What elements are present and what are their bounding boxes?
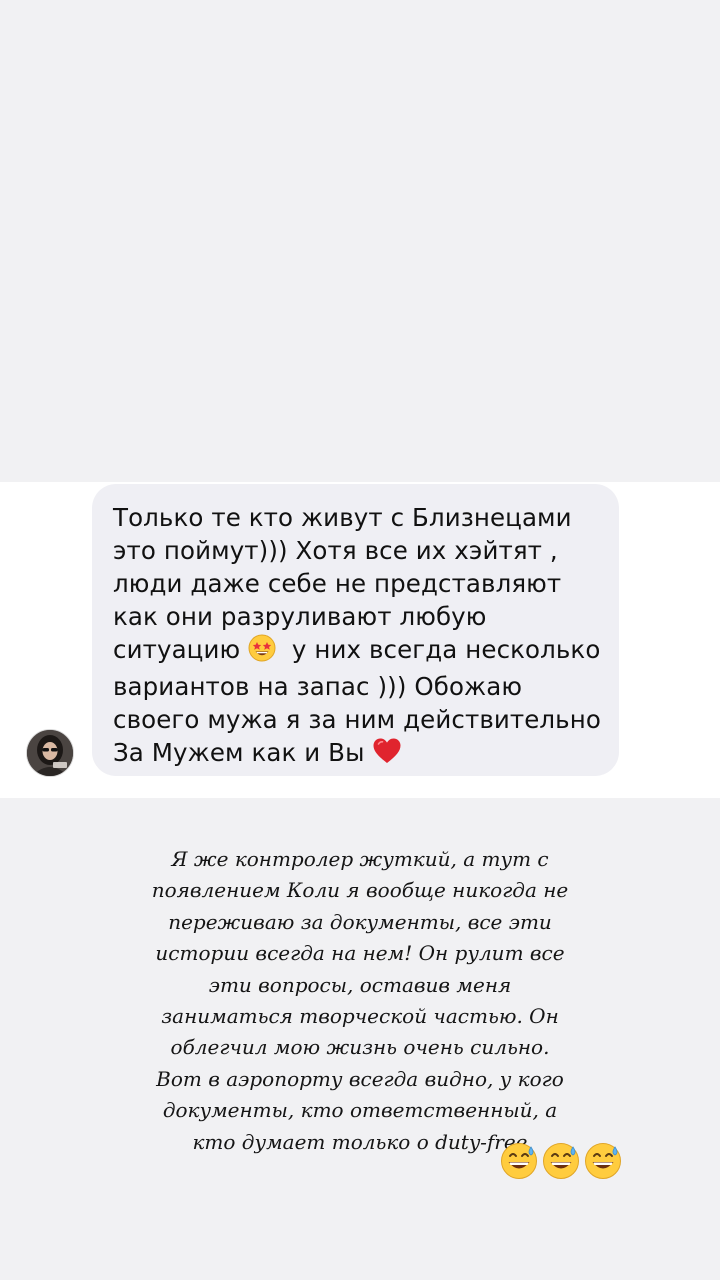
message-line: люди даже себе не представляют (113, 569, 562, 598)
caption-line: Вот в аэропорту всегда видно, у кого (156, 1066, 564, 1091)
caption-line: появлением Коли я вообще никогда не (151, 878, 569, 903)
story-background-top (0, 0, 720, 482)
message-line: это поймут))) Хотя все их хэйтят , (113, 536, 558, 565)
caption-line: заниматься творческой частью. Он (161, 1004, 559, 1029)
message-line: как они разруливают любую (113, 602, 487, 631)
sender-avatar[interactable] (26, 729, 74, 777)
grinning-sweat-icon (500, 1142, 538, 1184)
dm-message-bubble: Только те кто живут с Близнецами это пой… (92, 484, 619, 776)
message-line: Только те кто живут с Близнецами (113, 503, 572, 532)
message-line-with-emoji: За Мужем как и Вы (113, 736, 607, 773)
caption-line: облегчил мою жизнь очень сильно. (170, 1035, 550, 1060)
caption-line: эти вопросы, оставив меня (208, 972, 512, 997)
message-line-part: За Мужем как и Вы (113, 738, 365, 767)
caption-emoji-row (500, 1142, 622, 1184)
caption-line: Я же контролер жуткий, а тут с (171, 847, 549, 871)
caption-line: переживаю за документы, все эти (168, 909, 552, 934)
grinning-sweat-icon (542, 1142, 580, 1184)
story-caption: Я же контролер жуткий, а тут с появление… (130, 844, 590, 1158)
caption-line: документы, кто ответственный, а (162, 1098, 558, 1123)
message-line-part: у них всегда несколько (291, 635, 601, 664)
red-heart-icon (372, 737, 402, 773)
star-struck-icon (248, 634, 276, 670)
message-line: своего мужа я за ним действительно (113, 705, 601, 734)
message-line: вариантов на запас ))) Обожаю (113, 672, 523, 701)
message-line-part: ситуацию (113, 635, 241, 664)
message-line-with-emoji: ситуацию у них всегда несколько (113, 633, 607, 670)
caption-line: истории всегда на нем! Он рулит все (155, 941, 565, 966)
grinning-sweat-icon (584, 1142, 622, 1184)
